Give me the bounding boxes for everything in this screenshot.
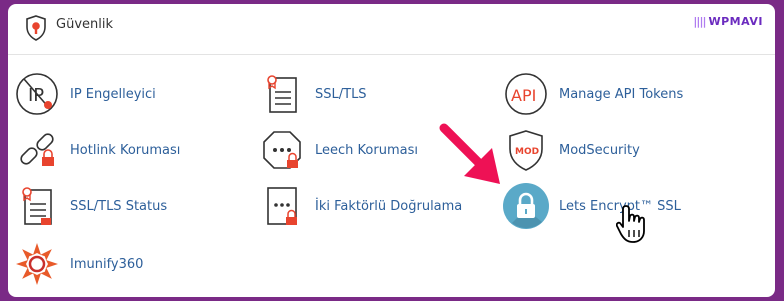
lock-icon (502, 182, 550, 230)
item-api-tokens[interactable]: API Manage API Tokens (502, 70, 683, 118)
api-icon: API (502, 70, 550, 118)
item-modsecurity[interactable]: MOD ModSecurity (502, 126, 640, 174)
panel-header[interactable]: Güvenlik |||| WPMAVI (8, 4, 775, 55)
item-label[interactable]: SSL/TLS (315, 87, 367, 102)
item-two-factor[interactable]: İki Faktörlü Doğrulama (258, 182, 462, 230)
item-lets-encrypt[interactable]: Lets Encrypt™ SSL (502, 182, 681, 230)
item-label[interactable]: SSL/TLS Status (70, 199, 167, 214)
item-ssl-tls[interactable]: SSL/TLS (258, 70, 367, 118)
svg-text:IP: IP (28, 85, 44, 106)
svg-text:MOD: MOD (515, 147, 539, 157)
item-label[interactable]: İki Faktörlü Doğrulama (315, 199, 462, 214)
brand-bars: |||| (693, 15, 706, 28)
item-leech[interactable]: Leech Koruması (258, 126, 418, 174)
ip-blocker-icon: IP (13, 70, 61, 118)
item-ssl-status[interactable]: SSL/TLS Status (13, 182, 167, 230)
item-ip-blocker[interactable]: IP IP Engelleyici (13, 70, 156, 118)
svg-text:API: API (511, 86, 536, 105)
hand-cursor-icon (616, 205, 645, 243)
leech-protection-icon (258, 126, 306, 174)
item-label[interactable]: Hotlink Koruması (70, 143, 180, 158)
imunify360-icon (13, 240, 61, 288)
shield-icon (26, 15, 46, 41)
modsecurity-shield-icon: MOD (502, 126, 550, 174)
item-label[interactable]: IP Engelleyici (70, 87, 156, 102)
brand-logo: |||| WPMAVI (693, 15, 763, 28)
item-label[interactable]: ModSecurity (559, 143, 640, 158)
item-hotlink[interactable]: Hotlink Koruması (13, 126, 180, 174)
item-label[interactable]: Manage API Tokens (559, 87, 683, 102)
two-factor-icon (258, 182, 306, 230)
hotlink-chain-icon (13, 126, 61, 174)
security-panel: Güvenlik |||| WPMAVI IP IP Engelleyici S… (8, 4, 775, 297)
annotation-arrow-icon (439, 123, 500, 184)
item-label[interactable]: Leech Koruması (315, 143, 418, 158)
item-imunify360[interactable]: Imunify360 (13, 240, 143, 288)
item-label[interactable]: Imunify360 (70, 257, 143, 272)
ssl-certificate-icon (258, 70, 306, 118)
brand-label: WPMAVI (708, 15, 763, 28)
section-title: Güvenlik (56, 17, 113, 32)
ssl-status-icon (13, 182, 61, 230)
